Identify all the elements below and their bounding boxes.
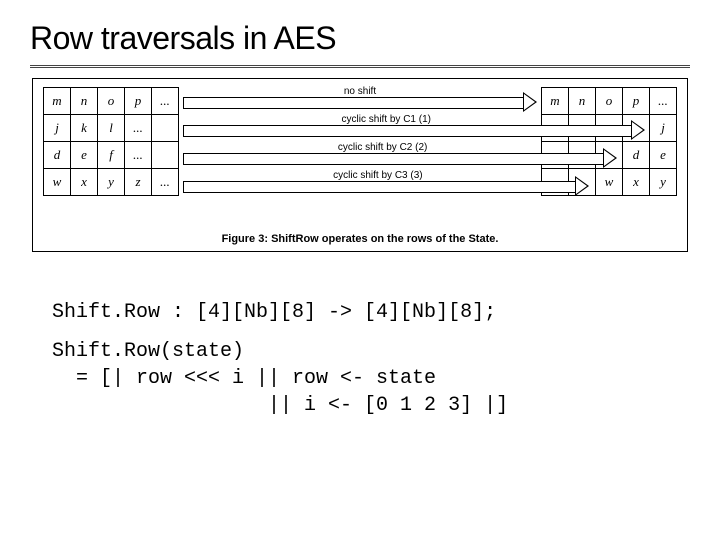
cell: x [71,169,98,196]
arrow-shaft [183,153,605,165]
slide: Row traversals in AES mnop... jkl... def… [0,0,720,540]
arrow-head-icon [603,148,617,168]
table-row: wxyz... [44,169,179,196]
code-line: Shift.Row : [4][Nb][8] -> [4][Nb][8]; [52,299,690,326]
cell: o [98,88,125,115]
cell: y [98,169,125,196]
cell: p [623,88,650,115]
cell: ... [125,115,152,142]
arrow-row-3: cyclic shift by C3 (3) [183,177,589,195]
arrow-shaft [183,97,525,109]
cell: y [650,169,677,196]
cell: d [44,142,71,169]
cell: e [71,142,98,169]
arrow-shaft [183,181,577,193]
table-row: def... [44,142,179,169]
cell: ... [152,169,179,196]
figure-frame: mnop... jkl... def... wxyz... mnop... j … [32,78,688,252]
arrow-head-icon [631,120,645,140]
arrow-row-1: cyclic shift by C1 (1) [183,121,645,139]
code-line: = [| row <<< i || row <- state [52,367,436,390]
arrow-label: cyclic shift by C3 (3) [330,170,425,181]
arrow-row-0: no shift [183,93,537,111]
arrow-shaft [183,125,633,137]
cell: f [98,142,125,169]
code-line: || i <- [0 1 2 3] |] [52,394,508,417]
cell: m [542,88,569,115]
cell: ... [152,88,179,115]
cell: d [623,142,650,169]
arrow-head-icon [523,92,537,112]
code-block: Shift.Row : [4][Nb][8] -> [4][Nb][8]; Shi… [52,272,690,419]
title-rule [30,65,690,68]
cell: e [650,142,677,169]
arrow-label: cyclic shift by C2 (2) [335,142,430,153]
cell: z [125,169,152,196]
table-row: mnop... [542,88,677,115]
arrow-row-2: cyclic shift by C2 (2) [183,149,617,167]
cell: n [569,88,596,115]
state-table-left: mnop... jkl... def... wxyz... [43,87,179,196]
cell: w [44,169,71,196]
cell: m [44,88,71,115]
table-row: mnop... [44,88,179,115]
cell: k [71,115,98,142]
cell: l [98,115,125,142]
arrow-label: cyclic shift by C1 (1) [339,114,434,125]
figure-inner: mnop... jkl... def... wxyz... mnop... j … [43,87,677,227]
figure-caption: Figure 3: ShiftRow operates on the rows … [43,233,677,245]
arrow-label: no shift [341,86,379,97]
cell [152,115,179,142]
cell: x [623,169,650,196]
arrow-head-icon [575,176,589,196]
cell: w [596,169,623,196]
slide-title: Row traversals in AES [30,20,690,57]
table-row: jkl... [44,115,179,142]
cell: n [71,88,98,115]
cell: j [44,115,71,142]
code-line: Shift.Row(state) [52,340,244,363]
cell: ... [125,142,152,169]
cell [152,142,179,169]
cell: j [650,115,677,142]
cell: p [125,88,152,115]
cell: ... [650,88,677,115]
cell: o [596,88,623,115]
